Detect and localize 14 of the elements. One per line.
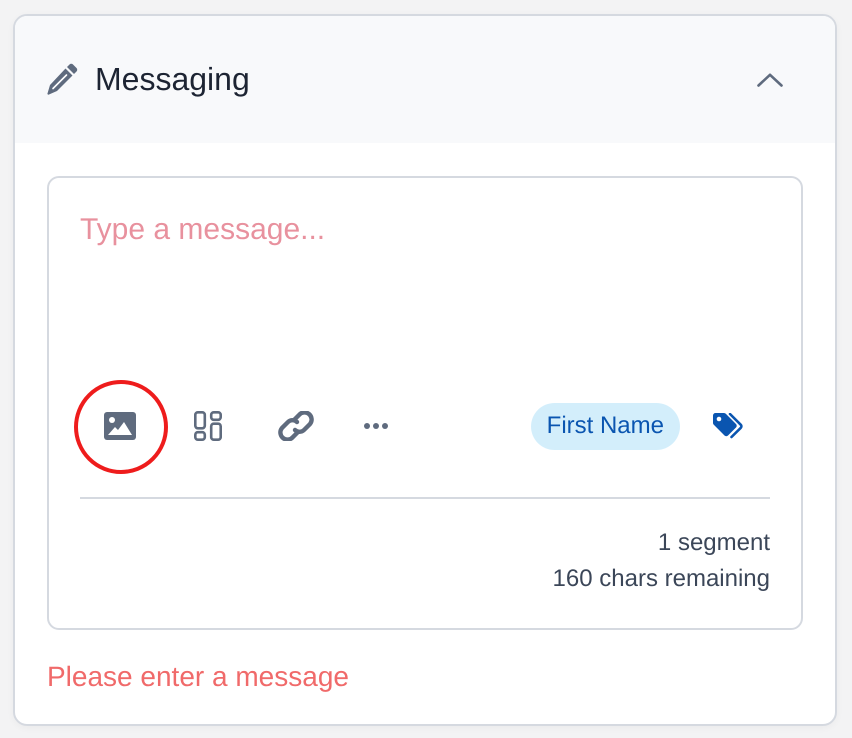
image-icon — [104, 412, 136, 440]
link-icon — [277, 411, 315, 441]
chars-remaining: 160 chars remaining — [552, 564, 770, 594]
tags-icon — [712, 413, 744, 439]
error-message: Please enter a message — [47, 660, 349, 694]
grid-icon — [194, 411, 222, 441]
chevron-up-icon — [757, 72, 783, 86]
message-input[interactable]: Type a message... — [80, 212, 770, 382]
panel-title: Messaging — [95, 61, 250, 98]
merge-tag-chip[interactable]: First Name — [530, 402, 680, 450]
segment-count: 1 segment — [658, 528, 770, 558]
message-composer[interactable]: Type a message... First Name 1 segment 160 chars remaining — [47, 176, 803, 630]
more-icon — [364, 423, 388, 429]
pencil-icon — [47, 63, 78, 96]
